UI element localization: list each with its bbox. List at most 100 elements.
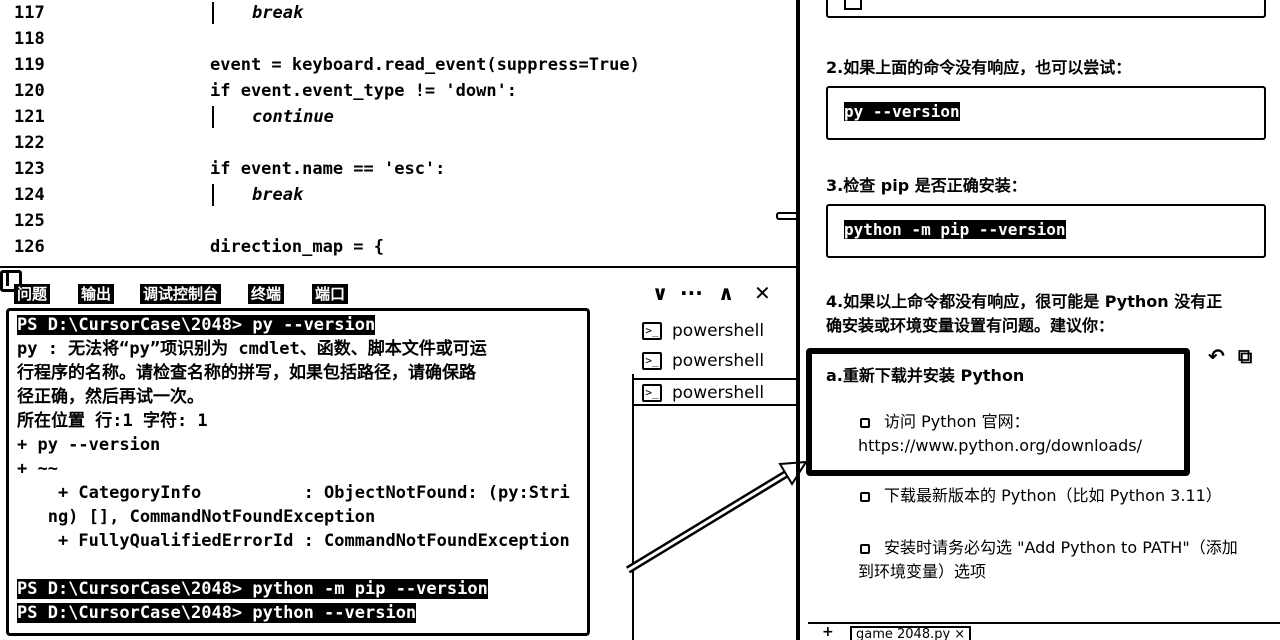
terminal-prompt-line: PS D:\CursorCase\2048> python --version	[17, 601, 417, 625]
code-text: event = keyboard.read_event(suppress=Tru…	[210, 55, 640, 75]
terminal-output-line: 径正确，然后再试一次。	[17, 385, 204, 409]
terminal-text: + FullyQualifiedErrorId : CommandNotFoun…	[17, 531, 570, 551]
terminal-text: 所在位置 行:1 字符: 1	[17, 411, 208, 431]
line-number: 122	[14, 133, 45, 153]
tab-terminal[interactable]: 终端	[248, 284, 285, 304]
terminal-output-line: ng) [], CommandNotFoundException	[17, 505, 376, 529]
line-number: 123	[14, 159, 45, 179]
powershell-icon: >_	[642, 384, 662, 402]
code-line[interactable]: 125	[0, 208, 796, 234]
line-number: 119	[14, 55, 45, 75]
terminal-instance-item[interactable]: >_ powershell	[632, 378, 796, 406]
bullet-text-cont: 到环境变量）选项	[858, 562, 987, 581]
line-number: 118	[14, 29, 45, 49]
terminal-prompt-line: PS D:\CursorCase\2048> python -m pip --v…	[17, 577, 488, 601]
line-number: 120	[14, 81, 45, 101]
terminal-text: PS D:\CursorCase\2048> py --version	[17, 315, 376, 335]
ai-chat-panel: 2.如果上面的命令没有响应，也可以尝试： py --version 3.检查 p…	[806, 0, 1280, 640]
powershell-icon: >_	[642, 322, 662, 340]
code-text: break	[252, 185, 304, 205]
step3-text: 3.检查 pip 是否正确安装：	[826, 176, 1027, 195]
step4-text-line1: 4.如果以上命令都没有响应，很可能是 Python 没有正	[826, 292, 1223, 311]
code-text: break	[252, 3, 304, 23]
code-text: continue	[252, 107, 334, 127]
terminal-text: + ~~	[17, 459, 58, 479]
code-block[interactable]: python -m pip --version	[826, 204, 1266, 258]
terminal-text: ng) [], CommandNotFoundException	[17, 507, 376, 527]
close-icon[interactable]: ✕	[754, 282, 771, 304]
terminal-text: py : 无法将“py”项识别为 cmdlet、函数、脚本文件或可运	[17, 339, 487, 359]
terminal-list-divider	[632, 374, 634, 640]
code-line[interactable]: 126 direction_map = {	[0, 234, 796, 260]
add-context-icon[interactable]: +	[822, 624, 834, 640]
code-line[interactable]: 120 if event.event_type != 'down':	[0, 78, 796, 104]
sub-step-a: a.重新下载并安装 Python	[826, 366, 1025, 385]
chat-context-bar: + game 2048.py ×	[808, 622, 1280, 640]
terminal-instance-label: powershell	[672, 351, 765, 371]
code-line[interactable]: 124 break	[0, 182, 796, 208]
terminal-instance-label: powershell	[672, 383, 765, 403]
maximize-panel-icon[interactable]: ∧	[718, 282, 734, 304]
terminal-text: 径正确，然后再试一次。	[17, 387, 204, 407]
line-number: 124	[14, 185, 45, 205]
context-file-chip[interactable]: game 2048.py ×	[850, 626, 972, 640]
line-number: 121	[14, 107, 45, 127]
step4-text-line2: 确安装或环境变量设置有问题。建议你：	[826, 316, 1115, 335]
code-line[interactable]: 118	[0, 26, 796, 52]
code-line[interactable]: 117 break	[0, 0, 796, 26]
code-text: if event.event_type != 'down':	[210, 81, 518, 101]
powershell-icon: >_	[642, 352, 662, 370]
undo-icon[interactable]: ↶	[1208, 344, 1225, 368]
step2-text: 2.如果上面的命令没有响应，也可以尝试：	[826, 58, 1132, 77]
terminal-text: PS D:\CursorCase\2048> python --version	[17, 603, 417, 623]
line-number: 117	[14, 3, 45, 23]
code-block-partial	[826, 0, 1266, 18]
indent-guide	[212, 106, 214, 128]
editor-panel-divider[interactable]	[0, 266, 796, 268]
indent-guide	[212, 2, 214, 24]
copy-icon[interactable]: ⧉	[1238, 344, 1252, 368]
tab-ports[interactable]: 端口	[312, 284, 349, 304]
terminal-output[interactable]: PS D:\CursorCase\2048> py --version py : …	[6, 308, 590, 636]
terminal-instance-label: powershell	[672, 321, 765, 341]
editor-scroll-thumb[interactable]	[776, 212, 796, 220]
terminal-prompt-line: PS D:\CursorCase\2048> py --version	[17, 313, 376, 337]
code-line[interactable]: 123 if event.name == 'esc':	[0, 156, 796, 182]
bullet-icon	[860, 418, 870, 428]
terminal-output-line: + py --version	[17, 433, 160, 457]
panel-sash[interactable]	[796, 0, 800, 640]
terminal-output-line: py : 无法将“py”项识别为 cmdlet、函数、脚本文件或可运	[17, 337, 487, 361]
terminal-text: + py --version	[17, 435, 161, 455]
terminal-text: + CategoryInfo : ObjectNotFound: (py:Str…	[17, 483, 570, 503]
terminal-instance-item[interactable]: >_ powershell	[632, 348, 796, 376]
indent-guide	[212, 184, 214, 206]
terminal-instance-item[interactable]: >_ powershell	[632, 318, 796, 346]
chevron-down-icon[interactable]: ∨	[652, 282, 668, 304]
code-line[interactable]: 122	[0, 130, 796, 156]
code-text: py --version	[844, 102, 960, 121]
tab-output[interactable]: 输出	[78, 284, 115, 304]
python-download-link[interactable]: https://www.python.org/downloads/	[858, 434, 1142, 458]
code-line[interactable]: 119 event = keyboard.read_event(suppress=…	[0, 52, 796, 78]
more-icon[interactable]: ···	[680, 282, 703, 304]
terminal-output-line: + FullyQualifiedErrorId : CommandNotFoun…	[17, 529, 570, 553]
terminal-output-line: 行程序的名称。请检查名称的拼写，如果包括路径，请确保路	[17, 361, 476, 385]
terminal-text: 行程序的名称。请检查名称的拼写，如果包括路径，请确保路	[17, 363, 476, 383]
code-text: if event.name == 'esc':	[210, 159, 446, 179]
bullet-icon	[860, 544, 870, 554]
code-block[interactable]: py --version	[826, 86, 1266, 140]
bullet-text: 安装时请务必勾选 "Add Python to PATH"（添加	[884, 538, 1238, 557]
tab-problems[interactable]: 问题	[14, 284, 51, 304]
terminal-instance-list: >_ powershell >_ powershell >_ powershell	[632, 310, 796, 640]
bullet-icon	[860, 492, 870, 502]
terminal-output-line: + ~~	[17, 457, 58, 481]
terminal-text: PS D:\CursorCase\2048> python -m pip --v…	[17, 579, 488, 599]
code-editor[interactable]: 117 break 118 119 event = keyboard.read_even…	[0, 0, 796, 268]
terminal-output-line: + CategoryInfo : ObjectNotFound: (py:Str…	[17, 481, 570, 505]
code-text: direction_map = {	[210, 237, 384, 257]
bottom-panel: 问题 输出 调试控制台 终端 端口 ∨ ··· ∧ ✕ PS D:\Cursor…	[0, 270, 796, 640]
line-number: 126	[14, 237, 45, 257]
bullet-text: 下载最新版本的 Python（比如 Python 3.11）	[884, 486, 1222, 505]
code-line[interactable]: 121 continue	[0, 104, 796, 130]
tab-debug-console[interactable]: 调试控制台	[140, 284, 222, 304]
